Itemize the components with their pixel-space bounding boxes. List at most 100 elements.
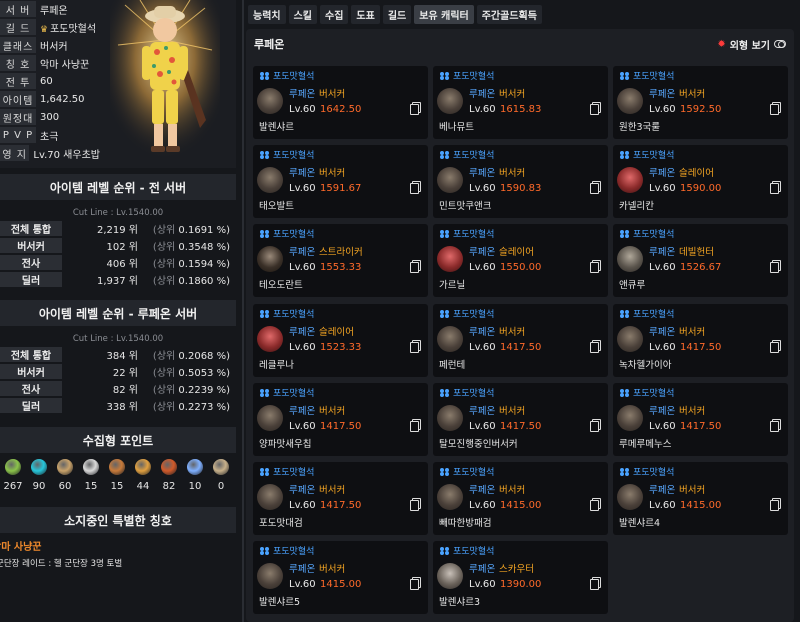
- character-card-grid: 포도맛혈석 루페온 버서커 Lv.60 1642.50 발렌샤르 포도맛혈석 루페온 버서커 Lv…: [246, 29, 794, 622]
- rank-position: 1,937 위: [96, 276, 138, 287]
- card-server: 루페온: [469, 406, 496, 417]
- character-card[interactable]: 포도맛혈석 루페온 슬레이어 Lv.60 1523.33 레클루나: [253, 304, 428, 377]
- character-card[interactable]: 포도맛혈석 루페온 버서커 Lv.60 1592.50 원한3국룰: [613, 66, 788, 139]
- copy-icon[interactable]: [590, 181, 601, 194]
- card-character-name: 페런테: [439, 360, 466, 371]
- guild-members-icon: [260, 467, 270, 476]
- crown-icon: ♛: [40, 24, 49, 35]
- copy-icon[interactable]: [590, 577, 601, 590]
- rank-percentile-value: 0.2273 %): [178, 402, 230, 413]
- card-character-name: 빼따한방패검: [439, 518, 492, 529]
- world-tree-leaf-icon: [187, 459, 203, 475]
- character-card[interactable]: 포도맛혈석 루페온 버서커 Lv.60 1417.50 녹차헬가이아: [613, 304, 788, 377]
- tab-2[interactable]: 스킬: [288, 5, 318, 24]
- character-card[interactable]: 포도맛혈석 루페온 버서커 Lv.60 1415.00 발렌샤르5: [253, 541, 428, 614]
- character-portrait: [257, 326, 283, 352]
- rank-position: 82 위: [112, 385, 138, 396]
- card-guild-name: 포도맛혈석: [453, 230, 495, 240]
- character-card[interactable]: 포도맛혈석 루페온 버서커 Lv.60 1415.00 빼따한방패검: [433, 462, 608, 535]
- collect-item[interactable]: 15: [78, 459, 104, 492]
- profile-label: 원정대: [0, 109, 36, 125]
- character-portrait: [257, 167, 283, 193]
- rank-percentile-value: 0.1691 %): [178, 225, 230, 236]
- character-card[interactable]: 포도맛혈석 루페온 버서커 Lv.60 1417.50 페런테: [433, 304, 608, 377]
- tab-7[interactable]: 주간골드획득: [476, 5, 542, 24]
- character-card[interactable]: 포도맛혈석 루페온 버서커 Lv.60 1417.50 루메루메누스: [613, 383, 788, 456]
- card-combat-level: Lv.60: [289, 262, 316, 273]
- copy-icon[interactable]: [410, 419, 421, 432]
- card-item-level: 1417.50: [680, 421, 722, 432]
- card-guild-name: 포도맛혈석: [273, 310, 315, 320]
- copy-icon[interactable]: [410, 577, 421, 590]
- copy-icon[interactable]: [770, 102, 781, 115]
- card-character-name: 앤큐루: [619, 280, 646, 291]
- collect-item[interactable]: 0: [208, 459, 234, 492]
- collect-item[interactable]: 10: [182, 459, 208, 492]
- profile-row: 서 버 루페온: [0, 0, 100, 18]
- collect-item[interactable]: 60: [52, 459, 78, 492]
- copy-icon[interactable]: [410, 102, 421, 115]
- character-avatar: [110, 0, 220, 168]
- card-item-level: 1523.33: [320, 342, 362, 353]
- rank-percentile-value: 0.1594 %): [178, 259, 230, 270]
- copy-icon[interactable]: [590, 102, 601, 115]
- rank-category: 딜러: [0, 272, 62, 287]
- character-card[interactable]: 포도맛혈석 루페온 버서커 Lv.60 1415.00 발렌샤르4: [613, 462, 788, 535]
- tab-3[interactable]: 수집: [320, 5, 349, 24]
- copy-icon[interactable]: [770, 181, 781, 194]
- rank-all-title: 아이템 레벨 순위 - 전 서버: [0, 174, 236, 200]
- profile-label: 아이템: [0, 91, 36, 107]
- rank-row: 전체 통합 384 위 (상위 0.2068 %): [0, 346, 236, 363]
- character-card[interactable]: 포도맛혈석 루페온 버서커 Lv.60 1417.50 탈모진행중인버서커: [433, 383, 608, 456]
- copy-icon[interactable]: [590, 260, 601, 273]
- copy-icon[interactable]: [410, 340, 421, 353]
- collect-item[interactable]: 82: [156, 459, 182, 492]
- tab-1[interactable]: 능력치: [248, 5, 286, 24]
- rank-row: 버서커 102 위 (상위 0.3548 %): [0, 237, 236, 254]
- character-card[interactable]: 포도맛혈석 루페온 데빌헌터 Lv.60 1526.67 앤큐루: [613, 224, 788, 297]
- card-guild: 포도맛혈석: [440, 465, 494, 478]
- copy-icon[interactable]: [410, 260, 421, 273]
- copy-icon[interactable]: [590, 340, 601, 353]
- card-server: 루페온: [469, 247, 496, 258]
- copy-icon[interactable]: [410, 181, 421, 194]
- copy-icon[interactable]: [410, 498, 421, 511]
- card-guild: 포도맛혈석: [620, 386, 674, 399]
- tab-6[interactable]: 보유 캐릭터: [414, 5, 474, 24]
- tab-4[interactable]: 도표: [351, 5, 380, 24]
- copy-icon[interactable]: [590, 498, 601, 511]
- copy-icon[interactable]: [770, 260, 781, 273]
- character-card[interactable]: 포도맛혈석 루페온 슬레이어 Lv.60 1550.00 가르닐: [433, 224, 608, 297]
- card-class: 버서커: [319, 89, 346, 100]
- rank-percentile: (상위 0.5053 %): [138, 364, 230, 379]
- tab-5[interactable]: 길드: [382, 5, 412, 24]
- card-guild-name: 포도맛혈석: [453, 72, 495, 82]
- collect-item[interactable]: 44: [130, 459, 156, 492]
- card-class: 버서커: [499, 406, 526, 417]
- copy-icon[interactable]: [770, 498, 781, 511]
- card-guild: 포도맛혈석: [620, 148, 674, 161]
- character-card[interactable]: 포도맛혈석 루페온 버서커 Lv.60 1417.50 포도맛대검: [253, 462, 428, 535]
- card-item-level: 1550.00: [500, 262, 542, 273]
- character-card[interactable]: 포도맛혈석 루페온 슬레이어 Lv.60 1590.00 카넬리칸: [613, 145, 788, 218]
- character-card[interactable]: 포도맛혈석 루페온 버서커 Lv.60 1417.50 양파맛새우칩: [253, 383, 428, 456]
- character-card[interactable]: 포도맛혈석 루페온 스트라이커 Lv.60 1553.33 테오도란트: [253, 224, 428, 297]
- card-guild-name: 포도맛혈석: [453, 547, 495, 557]
- rank-percentile: (상위 0.3548 %): [138, 238, 230, 253]
- collect-item[interactable]: 15: [104, 459, 130, 492]
- character-card[interactable]: 포도맛혈석 루페온 버서커 Lv.60 1642.50 발렌샤르: [253, 66, 428, 139]
- character-card[interactable]: 포도맛혈석 루페온 스카우터 Lv.60 1390.00 발렌샤르3: [433, 541, 608, 614]
- copy-icon[interactable]: [770, 340, 781, 353]
- collect-item[interactable]: 267: [0, 459, 26, 492]
- collect-item[interactable]: 90: [26, 459, 52, 492]
- profile-label: 클래스: [0, 37, 36, 53]
- character-card[interactable]: 포도맛혈석 루페온 버서커 Lv.60 1591.67 태오발트: [253, 145, 428, 218]
- character-card[interactable]: 포도맛혈석 루페온 버서커 Lv.60 1590.83 민트맛쿠앤크: [433, 145, 608, 218]
- card-character-name: 원한3국룰: [619, 122, 661, 133]
- copy-icon[interactable]: [770, 419, 781, 432]
- rank-row: 전사 406 위 (상위 0.1594 %): [0, 254, 236, 271]
- card-guild-name: 포도맛혈석: [273, 468, 315, 478]
- character-card[interactable]: 포도맛혈석 루페온 버서커 Lv.60 1615.83 베나뮤트: [433, 66, 608, 139]
- rank-percentile-value: 0.2068 %): [178, 351, 230, 362]
- copy-icon[interactable]: [590, 419, 601, 432]
